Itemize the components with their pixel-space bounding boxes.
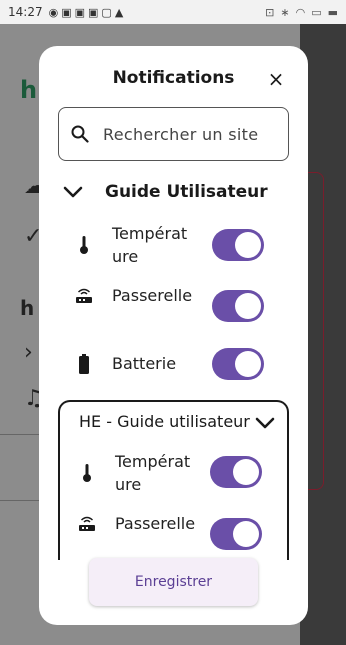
status-system-icons: ⊡ ∗ ◠ ▭ ▬ bbox=[265, 6, 338, 19]
battery-icon bbox=[75, 353, 93, 375]
router-icon bbox=[78, 513, 96, 535]
warning-icon: ▲ bbox=[114, 5, 124, 19]
chevron-down-icon[interactable] bbox=[255, 416, 275, 430]
item-label: Batterie bbox=[112, 354, 177, 373]
thermometer-icon bbox=[78, 462, 96, 484]
status-notification-icons: ◉ ▣ ▣ ▣ ▢ ▲ bbox=[49, 6, 124, 19]
search-input[interactable] bbox=[103, 124, 273, 144]
toggle-knob bbox=[235, 293, 261, 319]
notifications-modal: Notifications × Guide Utilisateur Tempér… bbox=[39, 46, 308, 625]
chevron-down-icon bbox=[63, 186, 83, 198]
background-logo: h bbox=[20, 76, 38, 104]
battery-toggle[interactable] bbox=[212, 348, 264, 380]
toggle-knob bbox=[235, 351, 261, 377]
group-header[interactable]: Guide Utilisateur bbox=[63, 182, 268, 202]
status-bar: 14:27 ◉ ▣ ▣ ▣ ▢ ▲ ⊡ ∗ ◠ ▭ ▬ bbox=[0, 0, 346, 24]
item-label: Passerelle bbox=[115, 514, 196, 533]
background-logo-small: h bbox=[20, 296, 35, 320]
gateway-toggle[interactable] bbox=[212, 290, 264, 322]
battery-status-icon: ▬ bbox=[327, 5, 338, 19]
notification-icon: ▣ bbox=[61, 5, 72, 19]
router-icon bbox=[75, 285, 93, 307]
thermometer-icon bbox=[75, 234, 93, 256]
temperature-toggle[interactable] bbox=[212, 229, 264, 261]
temperature-toggle[interactable] bbox=[210, 456, 262, 488]
site-title: HE - Guide utilisateur bbox=[79, 412, 250, 431]
background-chevron-icon: › bbox=[24, 340, 33, 365]
toggle-knob bbox=[233, 459, 259, 485]
group-title: Guide Utilisateur bbox=[105, 182, 268, 202]
notification-icon: ◉ bbox=[48, 5, 59, 19]
toggle-knob bbox=[233, 521, 259, 547]
bluetooth-icon: ∗ bbox=[280, 5, 290, 19]
close-button[interactable]: × bbox=[265, 68, 287, 90]
wifi-icon: ◠ bbox=[295, 5, 306, 19]
item-label: Température bbox=[112, 224, 188, 266]
search-field[interactable] bbox=[58, 107, 289, 161]
save-button[interactable]: Enregistrer bbox=[89, 558, 258, 606]
signal-icon: ▭ bbox=[311, 5, 322, 19]
status-time: 14:27 bbox=[8, 5, 43, 19]
notification-icon: ▢ bbox=[101, 5, 112, 19]
site-header[interactable]: HE - Guide utilisateur bbox=[79, 412, 250, 431]
cast-icon: ⊡ bbox=[265, 5, 275, 19]
item-label: Passerelle bbox=[112, 286, 193, 305]
search-icon bbox=[71, 125, 89, 143]
notification-icon: ▣ bbox=[88, 5, 99, 19]
notification-icon: ▣ bbox=[74, 5, 86, 19]
item-label: Température bbox=[115, 452, 191, 494]
gateway-toggle[interactable] bbox=[210, 518, 262, 550]
toggle-knob bbox=[235, 232, 261, 258]
site-card: HE - Guide utilisateur Température Passe… bbox=[58, 400, 289, 560]
